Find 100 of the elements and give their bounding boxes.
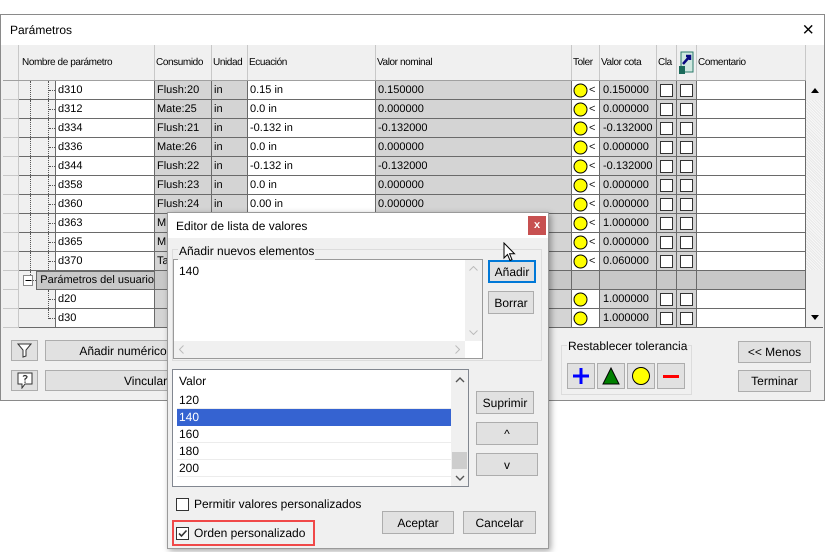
column-header[interactable]: Valor cota (601, 55, 642, 70)
scroll-down-caret-icon (469, 330, 478, 335)
checkbox[interactable] (176, 498, 189, 510)
table-cell[interactable] (697, 119, 806, 138)
checkbox[interactable] (680, 178, 693, 192)
table-cell[interactable] (697, 138, 806, 157)
table-cell[interactable] (697, 233, 806, 252)
checkbox[interactable] (660, 102, 673, 116)
close-button[interactable]: × (798, 20, 818, 40)
checkbox[interactable] (680, 216, 693, 230)
checkbox[interactable] (660, 292, 673, 306)
checkbox[interactable] (660, 198, 673, 210)
tolerance-circle-icon (573, 140, 588, 154)
checkbox[interactable] (660, 236, 673, 248)
checkbox[interactable] (680, 312, 693, 324)
table-cell[interactable] (697, 81, 806, 100)
table-cell: -0.132000 (600, 157, 657, 176)
table-cell: 0.15 in (248, 81, 376, 100)
export-icon (678, 50, 694, 74)
checkbox[interactable] (680, 254, 693, 268)
value-list[interactable]: Valor 120 140 160 180 200 (172, 369, 469, 487)
scrollbar-thumb[interactable] (452, 452, 467, 469)
tolerance-circle-icon (573, 82, 588, 98)
list-item[interactable]: 140 (177, 409, 451, 426)
checkbox[interactable] (680, 292, 693, 306)
help-button[interactable] (11, 370, 38, 391)
list-item[interactable]: 180 (177, 443, 451, 460)
tolerance-circle-icon (573, 120, 588, 136)
table-cell[interactable] (697, 176, 806, 195)
scroll-up-arrow-icon (810, 88, 818, 93)
column-header[interactable]: Cla (658, 55, 672, 70)
finish-button[interactable]: Terminar (738, 370, 811, 392)
table-cell: -0.132000 (376, 157, 572, 176)
checkbox[interactable] (680, 122, 693, 134)
table-cell: 0.000000 (376, 195, 572, 214)
checkbox[interactable] (660, 84, 673, 96)
table-cell: 0.000000 (376, 176, 572, 195)
table-cell[interactable] (697, 157, 806, 176)
checkbox[interactable] (176, 526, 189, 540)
table-cell[interactable] (697, 214, 806, 233)
checkbox[interactable] (660, 216, 673, 230)
tolerance-mark: < (589, 158, 596, 174)
checkbox[interactable] (660, 178, 673, 192)
checkbox[interactable] (680, 236, 693, 248)
checkbox-label: Orden personalizado (194, 525, 306, 542)
table-cell[interactable] (697, 290, 806, 309)
column-header[interactable]: Toler (573, 55, 593, 70)
checkbox[interactable] (680, 102, 693, 116)
list-item[interactable]: 200 (177, 460, 451, 477)
vertical-scrollbar[interactable] (806, 81, 823, 328)
tolerance-button[interactable] (567, 363, 595, 389)
tolerance-circle-icon (573, 234, 588, 250)
checkbox[interactable] (680, 160, 693, 172)
tolerance-mark: < (589, 102, 596, 117)
tolerance-circle-icon (573, 196, 588, 212)
group-row-label[interactable]: Parámetros del usuario (36, 271, 155, 290)
list-item[interactable]: 160 (177, 426, 451, 443)
accept-button[interactable]: Aceptar (382, 511, 454, 534)
parameter-name: d363 (58, 216, 82, 231)
checkbox[interactable] (660, 140, 673, 154)
table-cell[interactable] (697, 252, 806, 271)
table-cell: Mate:25 (155, 100, 212, 119)
mouse-cursor-icon (503, 242, 516, 262)
tolerance-button[interactable] (597, 363, 625, 389)
close-button[interactable]: x (528, 216, 546, 235)
table-cell: Flush:20 (155, 81, 212, 100)
column-header[interactable]: Valor nominal (377, 55, 432, 70)
column-header[interactable]: Nombre de parámetro (22, 55, 112, 70)
tolerance-mark: < (589, 178, 596, 193)
clear-button[interactable]: Borrar (488, 291, 534, 314)
table-cell: in (212, 157, 248, 176)
table-cell[interactable] (697, 195, 806, 214)
delete-button[interactable]: Suprimir (476, 391, 534, 414)
column-header[interactable]: Consumido (156, 55, 203, 70)
checkbox[interactable] (660, 312, 673, 324)
move-up-button[interactable]: ^ (476, 422, 538, 445)
checkbox[interactable] (680, 84, 693, 96)
move-down-button[interactable]: v (476, 453, 538, 476)
table-cell[interactable] (697, 100, 806, 119)
scrollbar-thumb[interactable] (806, 270, 823, 308)
table-cell: Flush:22 (155, 157, 212, 176)
checkbox[interactable] (660, 122, 673, 134)
collapse-toggle[interactable] (23, 275, 34, 286)
value-input-field[interactable]: 140 (173, 259, 483, 359)
checkbox[interactable] (680, 140, 693, 154)
column-header[interactable]: Comentario (698, 55, 746, 70)
checkbox[interactable] (660, 160, 673, 172)
checkbox[interactable] (660, 254, 673, 268)
add-button[interactable]: Añadir (488, 260, 536, 283)
less-button[interactable]: << Menos (738, 341, 811, 363)
table-cell[interactable] (697, 309, 806, 328)
tolerance-mark: < (589, 254, 596, 269)
checkbox[interactable] (680, 198, 693, 210)
parameter-name: d365 (58, 234, 82, 250)
tolerance-button[interactable] (627, 363, 655, 389)
column-header[interactable]: Ecuación (249, 55, 287, 70)
column-header[interactable]: Unidad (213, 55, 242, 70)
filter-button[interactable] (11, 340, 38, 361)
cancel-button[interactable]: Cancelar (463, 511, 536, 534)
parameter-name: d312 (58, 102, 82, 117)
